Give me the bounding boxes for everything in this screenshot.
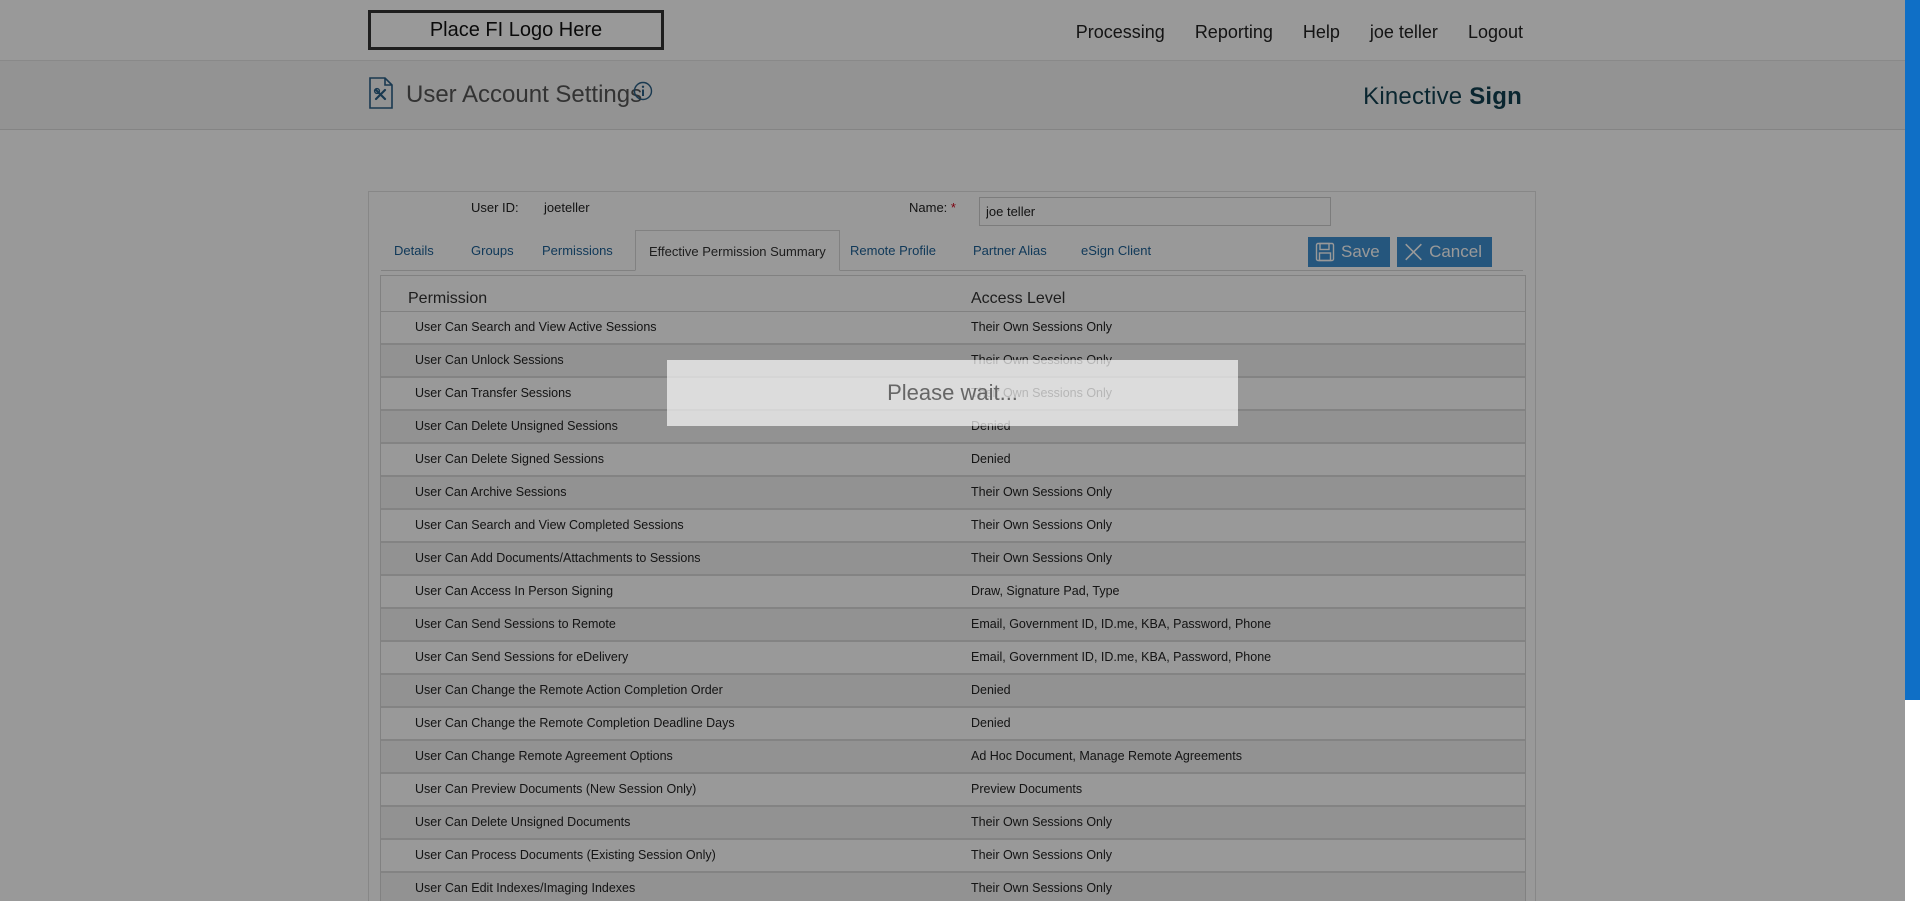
loading-overlay [0,0,1905,901]
please-wait-dialog: Please wait... [667,360,1238,426]
app-window: Place FI Logo Here Processing Reporting … [0,0,1905,901]
scrollbar-thumb[interactable] [1905,0,1920,700]
